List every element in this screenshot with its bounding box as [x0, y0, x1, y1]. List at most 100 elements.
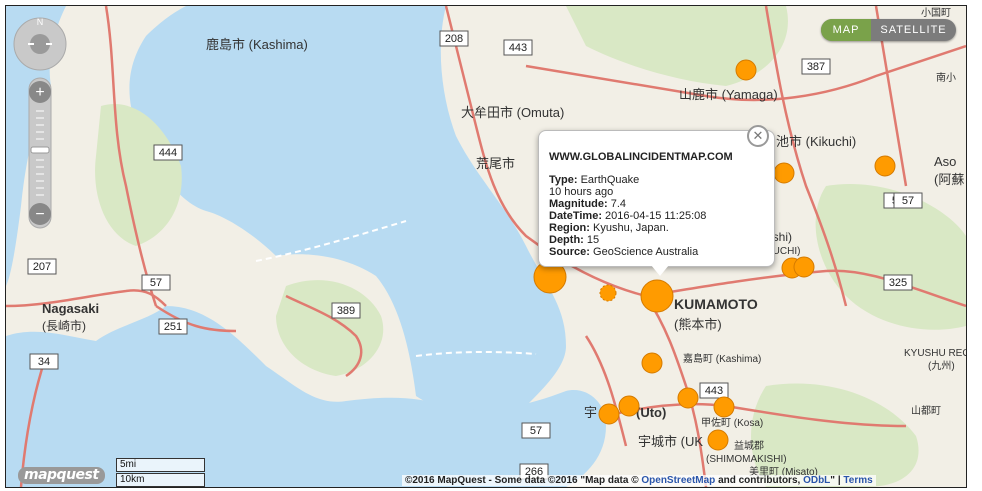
svg-text:387: 387	[807, 61, 825, 73]
popup-field-label: Magnitude:	[549, 198, 611, 210]
compass-north-label: N	[37, 17, 44, 27]
svg-text:57: 57	[530, 425, 542, 437]
place-label: 宇城市 (UK	[638, 434, 703, 449]
svg-text:389: 389	[337, 305, 355, 317]
popup-field-value: 15	[586, 234, 600, 246]
popup-field-label: Depth:	[549, 234, 587, 246]
place-label: 山都町	[911, 405, 941, 417]
map-type-toggle[interactable]: MAP SATELLITE	[821, 19, 956, 41]
earthquake-marker[interactable]	[598, 403, 620, 425]
place-label: 大牟田市 (Omuta)	[461, 105, 564, 120]
terms-link[interactable]: Terms	[843, 475, 872, 486]
zoom-out-icon: −	[35, 206, 44, 223]
satellite-button[interactable]: SATELLITE	[871, 19, 956, 41]
popup-field: Source: GeoScience Australia	[549, 246, 706, 258]
svg-text:57: 57	[150, 277, 162, 289]
popup-header: WWW.GLOBALINCIDENTMAP.COM	[549, 151, 733, 163]
attribution-separator: " |	[830, 475, 841, 486]
road-shield: 207	[27, 258, 57, 275]
popup-field-label: DateTime:	[549, 210, 606, 222]
earthquake-marker[interactable]	[793, 256, 815, 278]
popup-field: DateTime: 2016-04-15 11:25:08	[549, 210, 706, 222]
road-shield: 251	[158, 318, 188, 335]
earthquake-marker[interactable]	[707, 429, 729, 451]
road-shield: 443	[503, 39, 533, 56]
road-shield: 443	[699, 382, 729, 399]
popup-field-value: GeoScience Australia	[593, 246, 699, 258]
place-label: (九州)	[928, 360, 955, 372]
place-label: 宇	[584, 405, 597, 420]
popup-field-value: 2016-04-15 11:25:08	[605, 210, 707, 222]
zoom-slider-handle[interactable]	[30, 146, 50, 154]
road-shield: 57	[893, 192, 923, 209]
attribution: ©2016 MapQuest - Some data ©2016 "Map da…	[402, 475, 876, 486]
svg-text:325: 325	[889, 277, 907, 289]
earthquake-marker[interactable]	[713, 396, 735, 418]
place-label: (阿蘇	[934, 172, 964, 187]
scale-miles: 5mi	[116, 458, 205, 472]
svg-text:207: 207	[33, 261, 51, 273]
place-label: KUMAMOTO	[674, 296, 758, 312]
road-shield: 57	[141, 274, 171, 291]
map-button[interactable]: MAP	[821, 19, 871, 41]
popup-field-value: 10 hours ago	[549, 186, 614, 198]
place-label: Nagasaki	[42, 301, 99, 316]
place-label: 山鹿市 (Yamaga)	[679, 87, 778, 102]
openstreetmap-link[interactable]: OpenStreetMap	[641, 475, 715, 486]
popup-details: Type: EarthQuake 10 hours ago Magnitude: 7…	[549, 174, 706, 258]
place-label: (Uto)	[636, 405, 666, 420]
place-label: 南小	[936, 71, 956, 84]
popup-field-label: Source:	[549, 246, 594, 258]
road-shield: 208	[439, 30, 469, 47]
mapquest-logo: mapquest	[18, 467, 105, 484]
attribution-text: ©2016 MapQuest - Some data ©2016 "Map da…	[405, 475, 639, 486]
popup-field-label: Region:	[549, 222, 593, 234]
earthquake-marker[interactable]	[735, 59, 757, 81]
svg-text:443: 443	[705, 385, 723, 397]
earthquake-marker[interactable]	[599, 284, 617, 302]
map-canvas[interactable]: 鹿島市 (Kashima) 大牟田市 (Omuta) 山鹿市 (Yamaga) 池市 …	[6, 6, 966, 487]
svg-text:444: 444	[159, 147, 177, 159]
odbl-link[interactable]: ODbL	[803, 475, 830, 486]
place-label: 荒尾市	[476, 156, 515, 171]
earthquake-marker[interactable]	[677, 387, 699, 409]
earthquake-marker[interactable]	[874, 155, 896, 177]
popup-field-value: EarthQuake	[580, 174, 640, 186]
svg-text:251: 251	[164, 321, 182, 333]
place-label: 嘉島町 (Kashima)	[683, 352, 761, 365]
earthquake-marker[interactable]	[618, 395, 640, 417]
earthquake-marker[interactable]	[640, 279, 674, 313]
place-label: (SHIMOMAKISHI)	[706, 454, 787, 465]
scale-km: 10km	[116, 473, 205, 487]
popup-field-value: Kyushu, Japan.	[593, 222, 669, 234]
place-label: 鹿島市 (Kashima)	[206, 37, 308, 52]
popup-field: Region: Kyushu, Japan.	[549, 222, 706, 234]
place-label: 甲佐町 (Kosa)	[701, 417, 763, 429]
close-icon[interactable]: ✕	[747, 125, 769, 147]
popup-field: Magnitude: 7.4	[549, 198, 706, 210]
popup-field: Type: EarthQuake	[549, 174, 706, 186]
road-shield: 325	[883, 274, 913, 291]
pan-control[interactable]: N + −	[10, 16, 80, 246]
attribution-contributors: and contributors,	[718, 475, 801, 486]
road-shield: 387	[801, 58, 831, 75]
earthquake-marker[interactable]	[773, 162, 795, 184]
popup-field-label: Type:	[549, 174, 581, 186]
road-shield: 389	[331, 302, 361, 319]
road-shield: 34	[29, 353, 59, 370]
popup-field: 10 hours ago	[549, 186, 706, 198]
map-frame: 鹿島市 (Kashima) 大牟田市 (Omuta) 山鹿市 (Yamaga) 池市 …	[5, 5, 967, 488]
map-scale: 5mi 10km	[116, 458, 205, 487]
place-label: (熊本市)	[674, 317, 722, 332]
svg-text:34: 34	[38, 356, 50, 368]
road-shield: 444	[153, 144, 183, 161]
svg-text:57: 57	[902, 195, 914, 207]
popup-field: Depth: 15	[549, 234, 706, 246]
place-label: 池市 (Kikuchi)	[776, 134, 856, 149]
place-label: Aso	[934, 154, 956, 169]
earthquake-marker[interactable]	[641, 352, 663, 374]
svg-text:208: 208	[445, 33, 463, 45]
place-label: 益城郡	[734, 439, 764, 452]
place-label: KYUSHU REG	[904, 348, 966, 359]
svg-text:443: 443	[509, 42, 527, 54]
